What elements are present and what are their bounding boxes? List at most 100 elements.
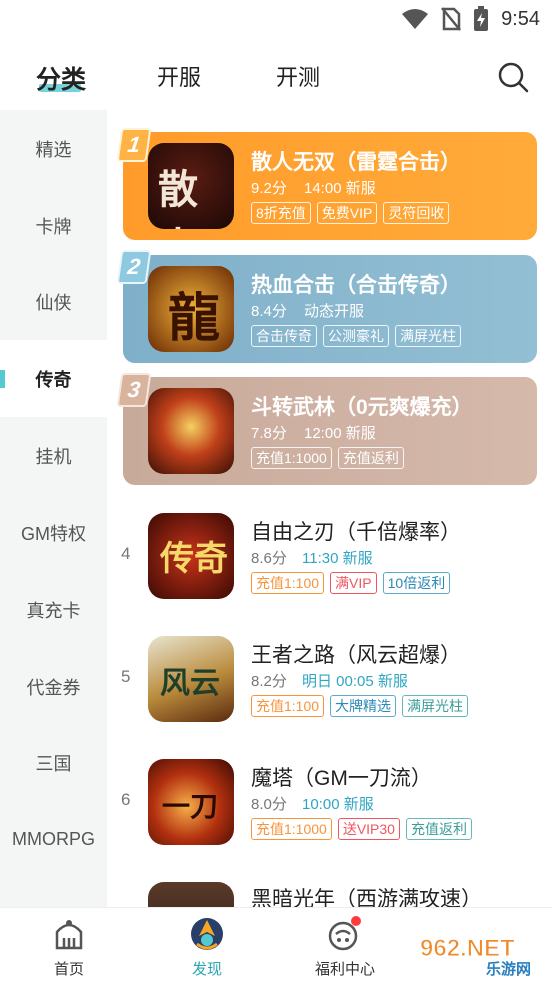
sidebar-active-marker (0, 370, 5, 388)
game-tags: 充值1:1000 送VIP30 充值返利 (251, 818, 472, 840)
sidebar-item-card[interactable]: 卡牌 (0, 187, 107, 264)
game-tag: 10倍返利 (382, 572, 451, 594)
game-title: 自由之刃（千倍爆率） (251, 521, 461, 544)
nav-discover[interactable]: 发现 (152, 914, 262, 979)
game-tag: 满屏光柱 (395, 325, 461, 347)
game-icon: 一刀 (148, 759, 234, 845)
sidebar-item-label: 传奇 (35, 369, 72, 390)
nav-welfare[interactable]: 福利中心 (290, 914, 400, 979)
game-tag: 满屏光柱 (402, 695, 469, 717)
game-server-time: 12:00 新服 (304, 425, 376, 442)
sidebar-item-three-kingdoms[interactable]: 三国 (0, 724, 107, 801)
game-icon: 散人 (148, 143, 234, 229)
rank-number: 6 (121, 790, 131, 809)
rank-number: 4 (121, 544, 131, 563)
game-row-5[interactable]: 5 风云 王者之路（风云超爆） 8.2分 明日 00:05 新服 充值1:100… (107, 625, 552, 735)
sidebar-item-idle[interactable]: 挂机 (0, 417, 107, 494)
game-card-1[interactable]: 散人 散人无双（雷霆合击） 9.2分 14:00 新服 8折充值 免费VIP 灵… (123, 132, 537, 240)
game-title: 魔塔（GM一刀流） (251, 767, 432, 790)
sidebar-item-real-recharge[interactable]: 真充卡 (0, 571, 107, 648)
game-tags: 8折充值 免费VIP 灵符回收 (251, 202, 450, 224)
game-score: 8.0分 (251, 796, 287, 813)
game-tag: 灵符回收 (383, 202, 450, 224)
game-tag: 满VIP (330, 572, 377, 594)
game-server-time: 10:00 新服 (302, 796, 374, 813)
status-bar: 9:54 (0, 0, 552, 40)
tab-open-server[interactable]: 开服 (157, 60, 201, 92)
sidebar-item-legend[interactable]: 传奇 (0, 340, 107, 417)
game-title: 黑暗光年（西游满攻速） (251, 888, 482, 907)
game-tag: 8折充值 (251, 202, 311, 224)
discover-icon (187, 914, 227, 954)
notification-dot (351, 916, 361, 926)
rank-badge-2: 2 (116, 250, 152, 284)
game-card-3[interactable]: 斗转武林（0元爽爆充） 7.8分 12:00 新服 充值1:1000 充值返利 (123, 377, 537, 485)
wifi-icon (401, 8, 429, 30)
game-row-7[interactable]: 黑暗光年（西游满攻速） (107, 871, 552, 907)
sidebar-item-voucher[interactable]: 代金券 (0, 648, 107, 725)
search-button[interactable] (496, 60, 530, 94)
game-row-4[interactable]: 4 传奇 自由之刃（千倍爆率） 8.6分 11:30 新服 充值1:100 满V… (107, 502, 552, 612)
svg-text:乐游网: 乐游网 (486, 960, 531, 978)
search-icon (496, 62, 530, 98)
sidebar-item-selected[interactable]: 精选 (0, 110, 107, 187)
game-tag: 公测豪礼 (323, 325, 389, 347)
game-score: 9.2分 (251, 180, 287, 197)
status-time: 9:54 (501, 7, 540, 30)
nav-label: 首页 (53, 961, 84, 978)
game-icon: 传奇 (148, 513, 234, 599)
gift-icon (325, 914, 365, 954)
game-icon (148, 388, 234, 474)
game-icon: 龍 (148, 266, 234, 352)
game-title: 王者之路（风云超爆） (251, 644, 461, 667)
category-sidebar: 精选 卡牌 仙侠 传奇 挂机 GM特权 真充卡 代金券 三国 MMORPG (0, 110, 107, 907)
game-server-time: 动态开服 (304, 303, 365, 320)
game-tag: 充值1:1000 (251, 447, 332, 469)
game-server-time: 11:30 新服 (302, 550, 373, 567)
tab-category[interactable]: 分类 (36, 60, 86, 96)
game-title: 散人无双（雷霆合击） (251, 151, 461, 174)
game-tag: 大牌精选 (330, 695, 397, 717)
game-tags: 充值1:100 满VIP 10倍返利 (251, 572, 451, 594)
game-list: 散人 散人无双（雷霆合击） 9.2分 14:00 新服 8折充值 免费VIP 灵… (107, 110, 552, 907)
game-tag: 充值1:1000 (251, 818, 332, 840)
game-server-time: 明日 00:05 新服 (302, 673, 408, 690)
game-tag: 充值返利 (405, 818, 472, 840)
game-score: 7.8分 (251, 425, 287, 442)
game-title: 斗转武林（0元爽爆充） (251, 396, 473, 419)
watermark-logo: 962.NET 乐游网 (414, 930, 546, 979)
game-icon: 风云 (148, 636, 234, 722)
game-tags: 充值1:1000 充值返利 (251, 447, 404, 469)
battery-charging-icon (473, 6, 489, 32)
rank-badge-3: 3 (116, 373, 152, 407)
top-tabs: 分类 开服 开测 (0, 48, 552, 110)
svg-text:962.NET: 962.NET (420, 935, 515, 962)
tab-open-test[interactable]: 开测 (276, 60, 320, 92)
game-row-6[interactable]: 6 一刀 魔塔（GM一刀流） 8.0分 10:00 新服 充值1:1000 送V… (107, 748, 552, 858)
game-score: 8.2分 (251, 673, 287, 690)
no-sim-icon (441, 7, 462, 31)
game-tag: 合击传奇 (251, 325, 317, 347)
game-tag: 充值1:100 (251, 572, 325, 594)
nav-label: 发现 (191, 961, 222, 978)
game-score: 8.4分 (251, 303, 287, 320)
rank-badge-1: 1 (116, 128, 152, 162)
rank-number: 5 (121, 667, 131, 686)
game-tag: 充值1:100 (251, 695, 325, 717)
game-icon (148, 882, 234, 907)
nav-label: 福利中心 (314, 961, 375, 978)
sidebar-item-mmorpg[interactable]: MMORPG (0, 801, 107, 878)
sidebar-item-gm[interactable]: GM特权 (0, 494, 107, 571)
game-tag: 送VIP30 (337, 818, 400, 840)
game-tag: 充值返利 (337, 447, 404, 469)
home-icon (49, 914, 89, 954)
game-card-2[interactable]: 龍 热血合击（合击传奇） 8.4分 动态开服 合击传奇 公测豪礼 满屏光柱 (123, 255, 537, 363)
game-tag: 免费VIP (316, 202, 378, 224)
game-tags: 充值1:100 大牌精选 满屏光柱 (251, 695, 469, 717)
game-server-time: 14:00 新服 (304, 180, 376, 197)
nav-home[interactable]: 首页 (14, 914, 124, 979)
sidebar-item-xianxia[interactable]: 仙侠 (0, 263, 107, 340)
game-title: 热血合击（合击传奇） (251, 274, 461, 297)
game-score: 8.6分 (251, 550, 287, 567)
game-tags: 合击传奇 公测豪礼 满屏光柱 (251, 325, 461, 347)
